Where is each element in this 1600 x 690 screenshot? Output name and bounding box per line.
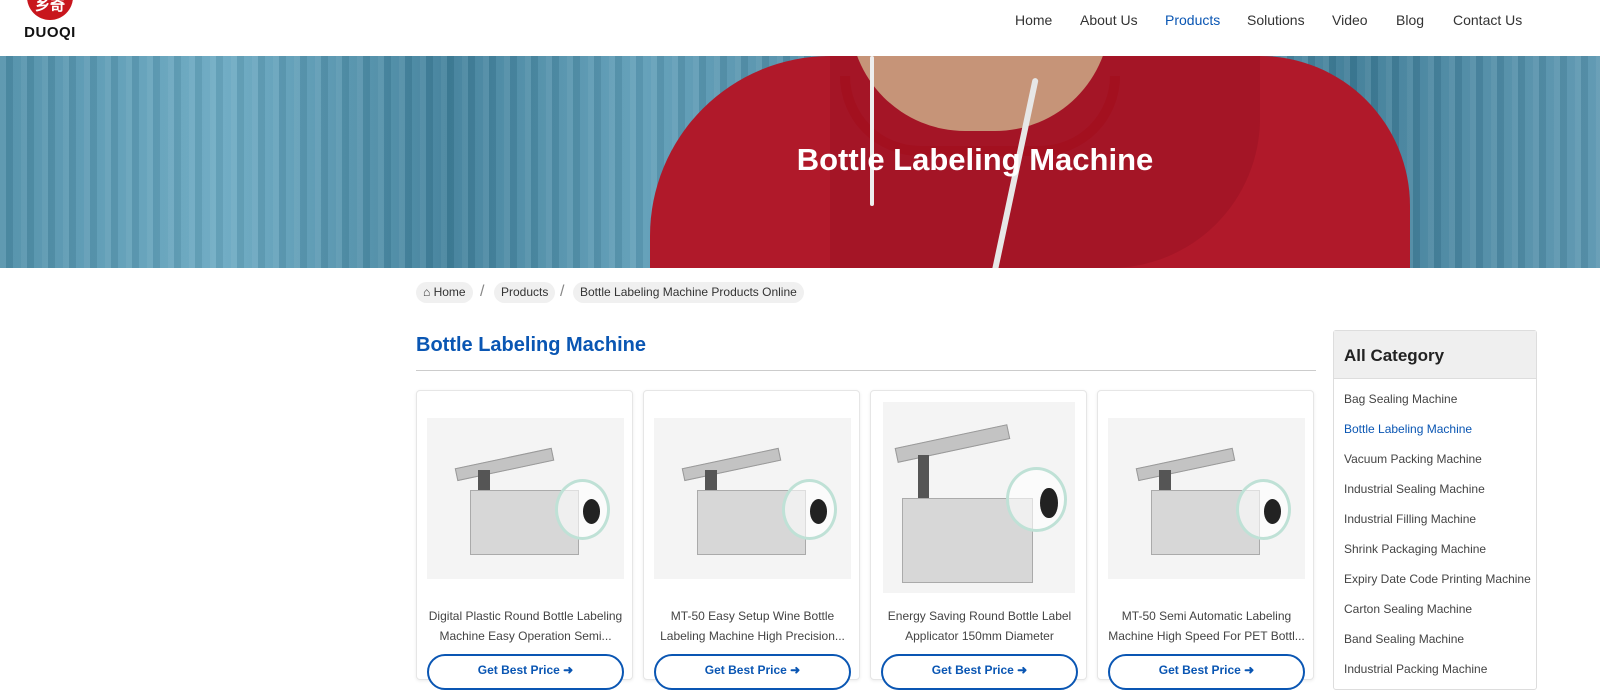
nav-blog[interactable]: Blog (1396, 12, 1424, 36)
sidebar-item-bag-sealing-machine[interactable]: Bag Sealing Machine (1344, 392, 1457, 406)
hero-banner: Bottle Labeling Machine (0, 56, 1600, 268)
page-title: Bottle Labeling Machine (416, 334, 647, 356)
machine-knob (1040, 487, 1058, 519)
breadcrumb-home[interactable]: ⌂ Home (416, 282, 473, 303)
product-name[interactable]: Digital Plastic Round Bottle Labeling Ma… (427, 606, 624, 646)
product-card[interactable]: Digital Plastic Round Bottle Labeling Ma… (416, 390, 633, 690)
get-best-price-button[interactable]: Get Best Price ➜ (654, 654, 851, 690)
banner-earphone-cable (870, 56, 874, 206)
nav-about-us[interactable]: About Us (1080, 12, 1138, 36)
nav-video[interactable]: Video (1332, 12, 1368, 36)
get-best-price-button[interactable]: Get Best Price ➜ (881, 654, 1078, 690)
product-name[interactable]: Energy Saving Round Bottle Label Applica… (881, 606, 1078, 646)
sidebar-item-expiry-date-code-printing-machine[interactable]: Expiry Date Code Printing Machine (1344, 572, 1531, 586)
duoqi-logo[interactable]: 乡奇 DUOQI (18, 0, 82, 46)
sidebar-item-carton-sealing-machine[interactable]: Carton Sealing Machine (1344, 602, 1472, 616)
category-sidebar: All Category Bag Sealing Machine Bottle … (1333, 330, 1537, 690)
breadcrumb-separator: / (480, 283, 485, 300)
breadcrumb-current: Bottle Labeling Machine Products Online (573, 282, 804, 303)
label-roll (1005, 466, 1068, 532)
sidebar-item-band-sealing-machine[interactable]: Band Sealing Machine (1344, 632, 1464, 646)
sidebar-title: All Category (1344, 346, 1445, 365)
product-card[interactable]: MT-50 Easy Setup Wine Bottle Labeling Ma… (643, 390, 860, 690)
product-card[interactable]: MT-50 Semi Automatic Labeling Machine Hi… (1097, 390, 1314, 690)
product-image[interactable] (1108, 418, 1305, 579)
banner-title: Bottle Labeling Machine (796, 142, 1154, 177)
product-name[interactable]: MT-50 Semi Automatic Labeling Machine Hi… (1108, 606, 1305, 646)
product-image[interactable] (654, 418, 851, 579)
product-card[interactable]: Energy Saving Round Bottle Label Applica… (870, 390, 1087, 690)
sidebar-item-industrial-filling-machine[interactable]: Industrial Filling Machine (1344, 512, 1476, 526)
sidebar-item-industrial-packing-machine[interactable]: Industrial Packing Machine (1344, 662, 1487, 676)
logo-mark: 乡奇 (27, 0, 73, 20)
breadcrumb-separator: / (560, 283, 565, 300)
site-header: 乡奇 DUOQI Home About Us Products Solution… (0, 0, 1600, 56)
breadcrumb-products[interactable]: Products (494, 282, 556, 303)
product-name[interactable]: MT-50 Easy Setup Wine Bottle Labeling Ma… (654, 606, 851, 646)
logo-text: DUOQI (24, 24, 76, 41)
nav-solutions[interactable]: Solutions (1247, 12, 1305, 36)
get-best-price-button[interactable]: Get Best Price ➜ (427, 654, 624, 690)
sidebar-item-bottle-labeling-machine[interactable]: Bottle Labeling Machine (1344, 422, 1472, 436)
machine-top-bar (454, 448, 554, 482)
product-image[interactable] (883, 402, 1075, 593)
machine-top-bar (1135, 448, 1235, 482)
product-image[interactable] (427, 418, 624, 579)
machine-top-bar (894, 424, 1011, 464)
sidebar-header: All Category (1334, 331, 1536, 379)
title-divider (416, 370, 1316, 371)
get-best-price-button[interactable]: Get Best Price ➜ (1108, 654, 1305, 690)
sidebar-item-industrial-sealing-machine[interactable]: Industrial Sealing Machine (1344, 482, 1485, 496)
nav-contact-us[interactable]: Contact Us (1453, 12, 1522, 36)
nav-products[interactable]: Products (1165, 12, 1220, 36)
machine-top-bar (681, 448, 781, 482)
sidebar-item-shrink-packaging-machine[interactable]: Shrink Packaging Machine (1344, 542, 1486, 556)
sidebar-item-vacuum-packing-machine[interactable]: Vacuum Packing Machine (1344, 452, 1482, 466)
nav-home[interactable]: Home (1015, 12, 1052, 36)
